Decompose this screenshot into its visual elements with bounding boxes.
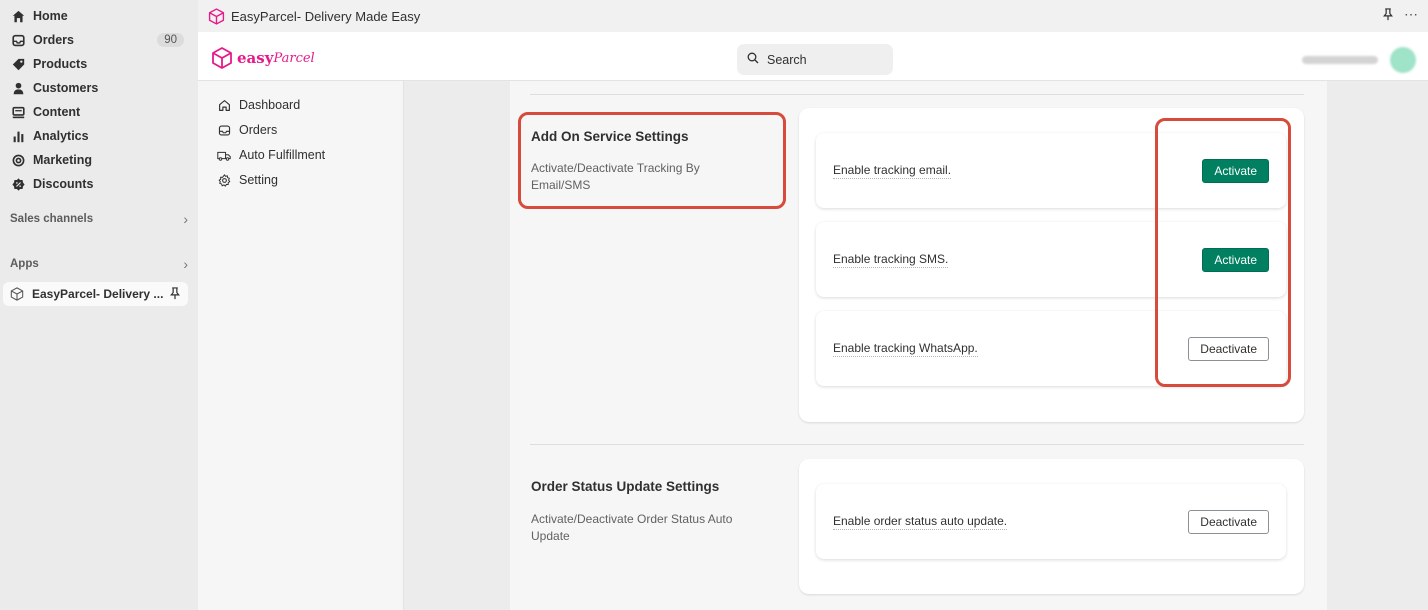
side-item-label: Orders xyxy=(239,123,278,137)
search-input[interactable]: Search xyxy=(737,44,893,75)
admin-sidebar: Home Orders 90 Products Customers Conten… xyxy=(0,0,198,610)
app-title-bar: EasyParcel- Delivery Made Easy ⋯ xyxy=(198,0,1428,32)
nav-app-label: EasyParcel- Delivery ... xyxy=(32,287,164,301)
nav-item-content[interactable]: Content xyxy=(10,101,188,123)
app-sidebar: Dashboard Orders Auto Fulfillment Settin… xyxy=(198,81,404,610)
deactivate-order-status-button[interactable]: Deactivate xyxy=(1188,510,1269,534)
apps-label: Apps xyxy=(10,258,39,270)
nav-item-marketing[interactable]: Marketing xyxy=(10,149,188,171)
nav-item-label: Customers xyxy=(33,81,99,95)
home-icon xyxy=(217,98,231,112)
order-status-settings-card: Enable order status auto update. Deactiv… xyxy=(799,459,1304,594)
more-icon[interactable]: ⋯ xyxy=(1404,7,1418,24)
section-divider xyxy=(530,444,1304,445)
order-status-section-title: Order Status Update Settings xyxy=(531,479,720,494)
person-icon xyxy=(10,80,26,96)
section-divider xyxy=(530,94,1304,95)
logo-word-parcel: Parcel xyxy=(273,50,315,66)
order-status-section-description: Activate/Deactivate Order Status Auto Up… xyxy=(531,512,733,543)
search-placeholder: Search xyxy=(767,52,807,67)
orders-count-badge: 90 xyxy=(157,33,184,47)
cube-icon xyxy=(208,7,225,25)
chevron-right-icon: › xyxy=(183,211,188,227)
inbox-icon xyxy=(217,123,231,137)
tracking-email-label: Enable tracking email. xyxy=(833,163,952,179)
order-status-auto-update-row: Enable order status auto update. Deactiv… xyxy=(816,484,1286,559)
discount-icon xyxy=(10,176,26,192)
nav-item-orders[interactable]: Orders 90 xyxy=(10,29,188,51)
nav-item-label: Content xyxy=(33,105,81,119)
orders-icon xyxy=(10,32,26,48)
nav-item-analytics[interactable]: Analytics xyxy=(10,125,188,147)
sales-channels-label: Sales channels xyxy=(10,213,94,225)
apps-section[interactable]: Apps › xyxy=(10,256,188,272)
user-name-redacted xyxy=(1302,56,1378,64)
truck-icon xyxy=(217,148,231,162)
sales-channels-section[interactable]: Sales channels › xyxy=(10,211,188,227)
nav-item-label: Discounts xyxy=(33,177,94,191)
side-item-setting[interactable]: Setting xyxy=(217,170,278,190)
nav-item-label: Products xyxy=(33,57,88,71)
tag-icon xyxy=(10,56,26,72)
nav-item-customers[interactable]: Customers xyxy=(10,77,188,99)
search-icon xyxy=(747,52,759,67)
logo-word: easy xyxy=(237,49,274,67)
nav-app-easyparcel[interactable]: EasyParcel- Delivery ... xyxy=(3,282,188,306)
nav-item-home[interactable]: Home xyxy=(10,5,188,27)
side-item-label: Dashboard xyxy=(239,98,301,112)
side-item-auto-fulfillment[interactable]: Auto Fulfillment xyxy=(217,145,325,165)
easyparcel-logo: easy Parcel xyxy=(210,46,315,70)
order-status-auto-update-label: Enable order status auto update. xyxy=(833,514,1008,530)
gear-icon xyxy=(217,173,231,187)
avatar xyxy=(1390,47,1416,73)
pin-icon[interactable] xyxy=(169,287,181,303)
side-item-label: Auto Fulfillment xyxy=(239,148,326,162)
highlight-box-buttons xyxy=(1155,118,1291,387)
nav-item-label: Marketing xyxy=(33,153,93,167)
side-item-label: Setting xyxy=(239,173,278,187)
nav-item-products[interactable]: Products xyxy=(10,53,188,75)
nav-item-label: Home xyxy=(33,9,68,23)
user-menu[interactable] xyxy=(1302,47,1416,73)
target-icon xyxy=(10,152,26,168)
tracking-sms-label: Enable tracking SMS. xyxy=(833,252,949,268)
app-title: EasyParcel- Delivery Made Easy xyxy=(231,8,421,24)
home-icon xyxy=(10,8,26,24)
app-header: easy Parcel Search xyxy=(198,32,1428,81)
side-item-orders[interactable]: Orders xyxy=(217,120,277,140)
pin-icon[interactable] xyxy=(1382,8,1394,24)
logo-box-icon xyxy=(212,47,232,69)
highlight-box-section-title xyxy=(518,112,786,209)
tracking-whatsapp-label: Enable tracking WhatsApp. xyxy=(833,341,978,357)
chevron-right-icon: › xyxy=(183,256,188,272)
nav-item-label: Orders xyxy=(33,33,74,47)
bar-chart-icon xyxy=(10,128,26,144)
content-icon xyxy=(10,104,26,120)
side-item-dashboard[interactable]: Dashboard xyxy=(217,95,300,115)
nav-item-discounts[interactable]: Discounts xyxy=(10,173,188,195)
cube-icon xyxy=(10,287,24,301)
nav-item-label: Analytics xyxy=(33,129,89,143)
